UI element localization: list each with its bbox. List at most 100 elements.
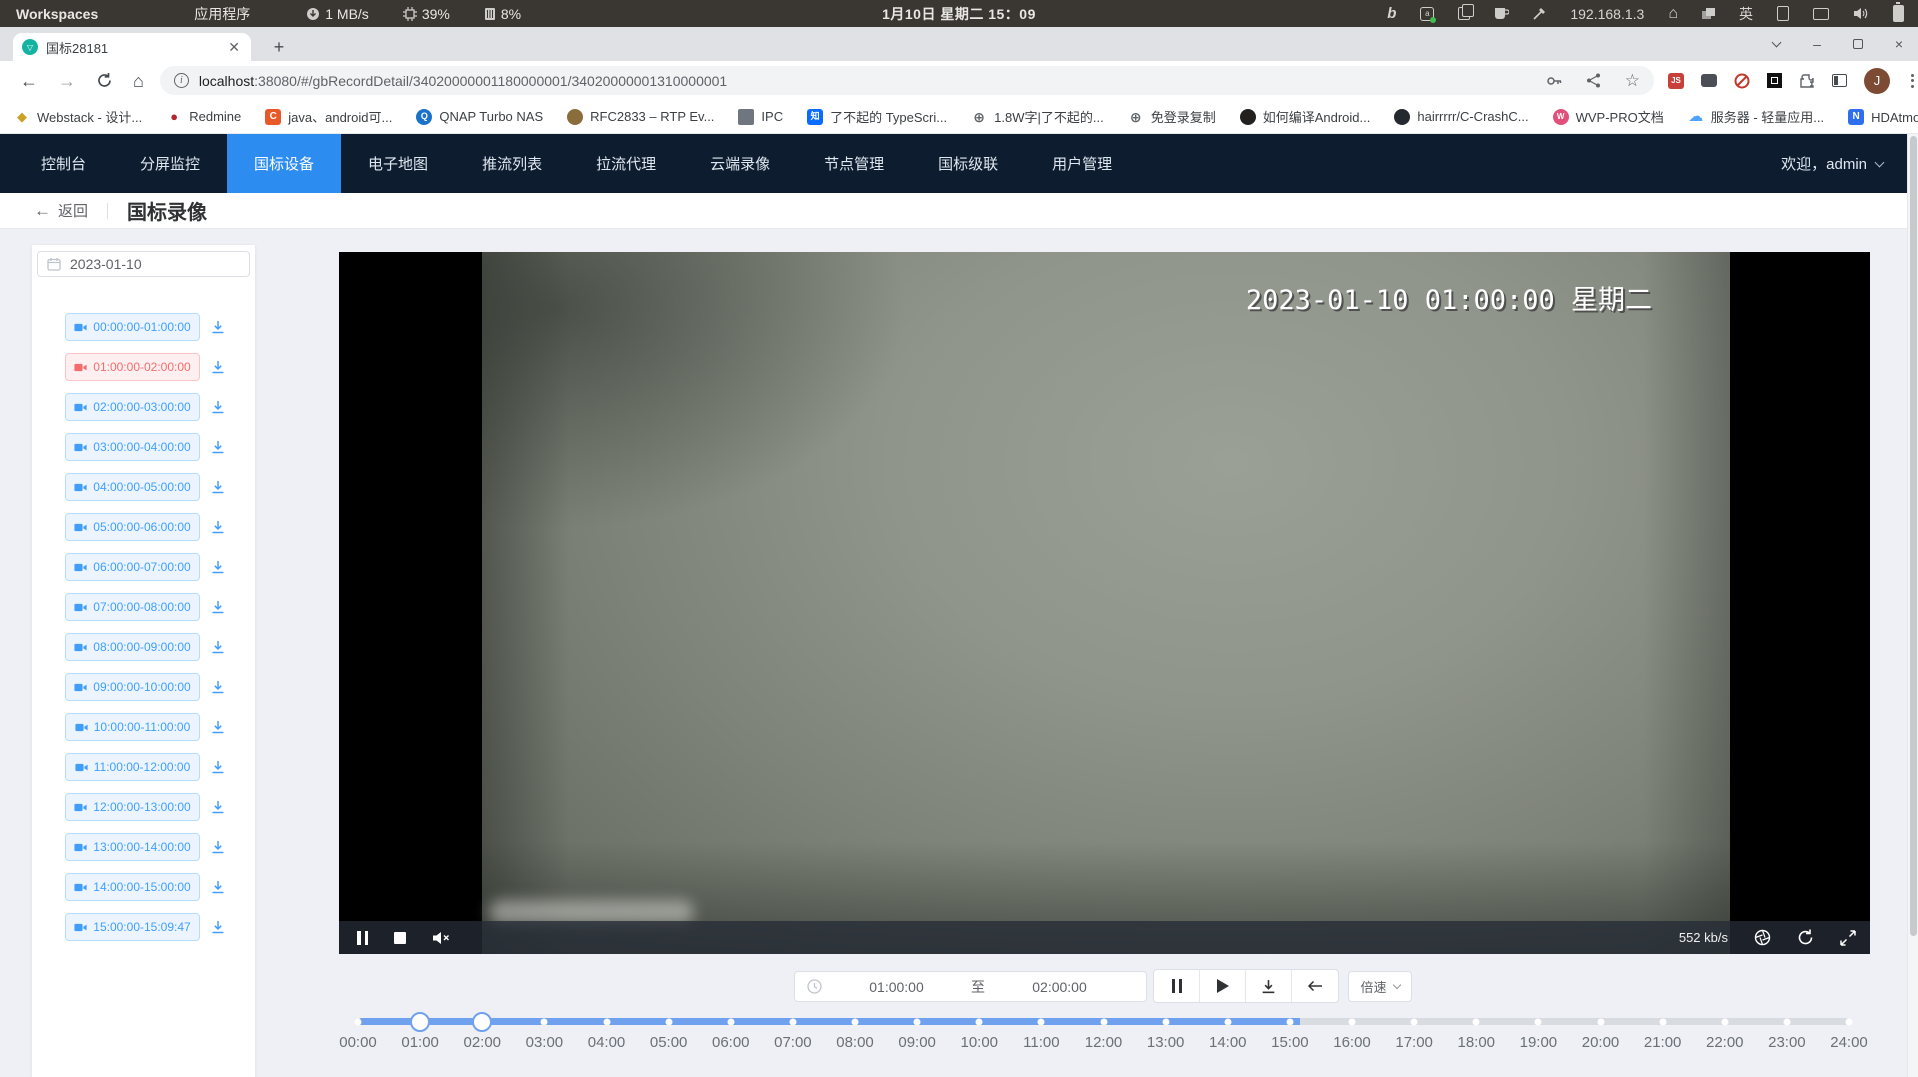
- page-scrollbar[interactable]: [1907, 134, 1918, 1077]
- clipboard-tray-icon[interactable]: [1458, 7, 1470, 20]
- bookmark-item[interactable]: Q QNAP Turbo NAS: [416, 109, 543, 125]
- url-text[interactable]: localhost:38080/#/gbRecordDetail/3402000…: [199, 73, 1546, 89]
- system-clock[interactable]: 1月10日 星期二 15：09: [882, 4, 1036, 24]
- timeline-hour-dot[interactable]: [976, 1018, 983, 1025]
- segment-time-button[interactable]: 04:00:00-05:00:00: [65, 473, 200, 501]
- timeline-hour-dot[interactable]: [1349, 1018, 1356, 1025]
- nav-item[interactable]: 拉流代理: [569, 134, 683, 193]
- timeline-hour-dot[interactable]: [1535, 1018, 1542, 1025]
- segment-time-button[interactable]: 01:00:00-02:00:00: [65, 353, 200, 381]
- blocker-extension-icon[interactable]: [1734, 73, 1750, 89]
- bookmark-item[interactable]: ⊕ 1.8W字|了不起的...: [971, 107, 1104, 126]
- timeline-hour-dot[interactable]: [1162, 1018, 1169, 1025]
- start-time-value[interactable]: 01:00:00: [822, 979, 971, 995]
- scrollbar-thumb[interactable]: [1910, 136, 1917, 936]
- download-icon[interactable]: [210, 759, 226, 775]
- download-icon[interactable]: [210, 479, 226, 495]
- battery-tray-icon[interactable]: [1893, 5, 1904, 22]
- download-icon[interactable]: [210, 879, 226, 895]
- segment-time-button[interactable]: 15:00:00-15:09:47: [65, 913, 200, 941]
- segment-time-button[interactable]: 05:00:00-06:00:00: [65, 513, 200, 541]
- bookmark-item[interactable]: N HDAtmos :: 种子 *...: [1848, 107, 1918, 126]
- timeline-track[interactable]: [358, 1018, 1849, 1025]
- bookmark-item[interactable]: IPC: [738, 109, 783, 125]
- nav-item[interactable]: 云端录像: [683, 134, 797, 193]
- timeline-handle[interactable]: [472, 1012, 492, 1032]
- nav-item[interactable]: 推流列表: [455, 134, 569, 193]
- bookmark-item[interactable]: hairrrrr/C-CrashC...: [1394, 109, 1528, 125]
- notes-tray-icon[interactable]: a: [1420, 7, 1434, 21]
- download-icon[interactable]: [210, 639, 226, 655]
- download-icon[interactable]: [210, 839, 226, 855]
- player-pause-icon[interactable]: [357, 931, 368, 945]
- timeline-hour-dot[interactable]: [852, 1018, 859, 1025]
- extensions-puzzle-icon[interactable]: [1799, 73, 1815, 89]
- timeline-hour-dot[interactable]: [1411, 1018, 1418, 1025]
- timeline-hour-dot[interactable]: [1038, 1018, 1045, 1025]
- download-icon[interactable]: [210, 719, 226, 735]
- download-icon[interactable]: [210, 919, 226, 935]
- nav-item[interactable]: 用户管理: [1025, 134, 1139, 193]
- bookmark-item[interactable]: ☁ 服务器 - 轻量应用...: [1688, 107, 1824, 126]
- nav-item[interactable]: 控制台: [14, 134, 113, 193]
- segment-time-button[interactable]: 02:00:00-03:00:00: [65, 393, 200, 421]
- speed-dropdown[interactable]: 倍速: [1348, 971, 1412, 1002]
- volume-tray-icon[interactable]: [1853, 7, 1869, 20]
- timeline-hour-dot[interactable]: [1597, 1018, 1604, 1025]
- site-info-icon[interactable]: i: [174, 73, 189, 88]
- date-picker-input[interactable]: 2023-01-10: [37, 251, 250, 277]
- segment-time-button[interactable]: 11:00:00-12:00:00: [65, 753, 200, 781]
- profile-avatar[interactable]: J: [1864, 68, 1890, 94]
- timeline-hour-dot[interactable]: [665, 1018, 672, 1025]
- bookmark-item[interactable]: ⊕ 免登录复制: [1128, 107, 1216, 126]
- end-time-value[interactable]: 02:00:00: [985, 979, 1134, 995]
- input-method-indicator[interactable]: 英: [1739, 4, 1753, 24]
- player-stop-icon[interactable]: [394, 932, 406, 944]
- browser-menu-icon[interactable]: [1907, 74, 1918, 88]
- nav-item[interactable]: 国标级联: [911, 134, 1025, 193]
- segment-time-button[interactable]: 13:00:00-14:00:00: [65, 833, 200, 861]
- timeline-hour-dot[interactable]: [789, 1018, 796, 1025]
- bookmark-star-icon[interactable]: ☆: [1625, 71, 1640, 91]
- back-button[interactable]: ← 返回: [34, 200, 88, 221]
- play-button[interactable]: [1200, 970, 1246, 1002]
- segment-time-button[interactable]: 09:00:00-10:00:00: [65, 673, 200, 701]
- caffeine-tray-icon[interactable]: [1494, 7, 1509, 20]
- segment-time-button[interactable]: 07:00:00-08:00:00: [65, 593, 200, 621]
- timeline-hour-dot[interactable]: [355, 1018, 362, 1025]
- ip-address[interactable]: 192.168.1.3: [1570, 6, 1644, 22]
- bookmark-item[interactable]: W WVP-PRO文档: [1553, 107, 1664, 126]
- browser-tab[interactable]: ▽ 国标28181 ✕: [13, 33, 251, 61]
- new-tab-button[interactable]: +: [266, 34, 292, 60]
- seek-back-button[interactable]: [1292, 970, 1338, 1002]
- display-tray-icon[interactable]: [1813, 8, 1829, 20]
- tablet-tray-icon[interactable]: [1777, 6, 1789, 21]
- timeline-hour-dot[interactable]: [914, 1018, 921, 1025]
- download-icon[interactable]: [210, 519, 226, 535]
- segment-time-button[interactable]: 00:00:00-01:00:00: [65, 313, 200, 341]
- forward-icon[interactable]: →: [58, 72, 76, 90]
- back-icon[interactable]: ←: [20, 72, 38, 90]
- timeline-hour-dot[interactable]: [1721, 1018, 1728, 1025]
- timeline-hour-dot[interactable]: [1659, 1018, 1666, 1025]
- extension-icon[interactable]: [1701, 74, 1717, 87]
- minimize-icon[interactable]: –: [1810, 37, 1824, 51]
- color-picker-tray-icon[interactable]: [1533, 7, 1546, 20]
- bookmark-item[interactable]: RFC2833 – RTP Ev...: [567, 109, 714, 125]
- time-range-input[interactable]: 01:00:00 至 02:00:00: [794, 971, 1147, 1002]
- timeline-hour-dot[interactable]: [541, 1018, 548, 1025]
- pause-button[interactable]: [1154, 970, 1200, 1002]
- tab-close-icon[interactable]: ✕: [226, 39, 242, 56]
- segment-time-button[interactable]: 06:00:00-07:00:00: [65, 553, 200, 581]
- timeline-hour-dot[interactable]: [1100, 1018, 1107, 1025]
- workspaces-menu[interactable]: Workspaces: [16, 6, 98, 22]
- player-refresh-icon[interactable]: [1797, 929, 1814, 946]
- bookmark-item[interactable]: ● Redmine: [166, 109, 241, 125]
- bookmark-item[interactable]: 如何编译Android...: [1240, 107, 1371, 126]
- nav-item[interactable]: 节点管理: [797, 134, 911, 193]
- timeline-hour-dot[interactable]: [1286, 1018, 1293, 1025]
- share-icon[interactable]: [1586, 73, 1601, 88]
- timeline-hour-dot[interactable]: [1473, 1018, 1480, 1025]
- download-icon[interactable]: [210, 399, 226, 415]
- extension-square-icon[interactable]: [1767, 73, 1782, 88]
